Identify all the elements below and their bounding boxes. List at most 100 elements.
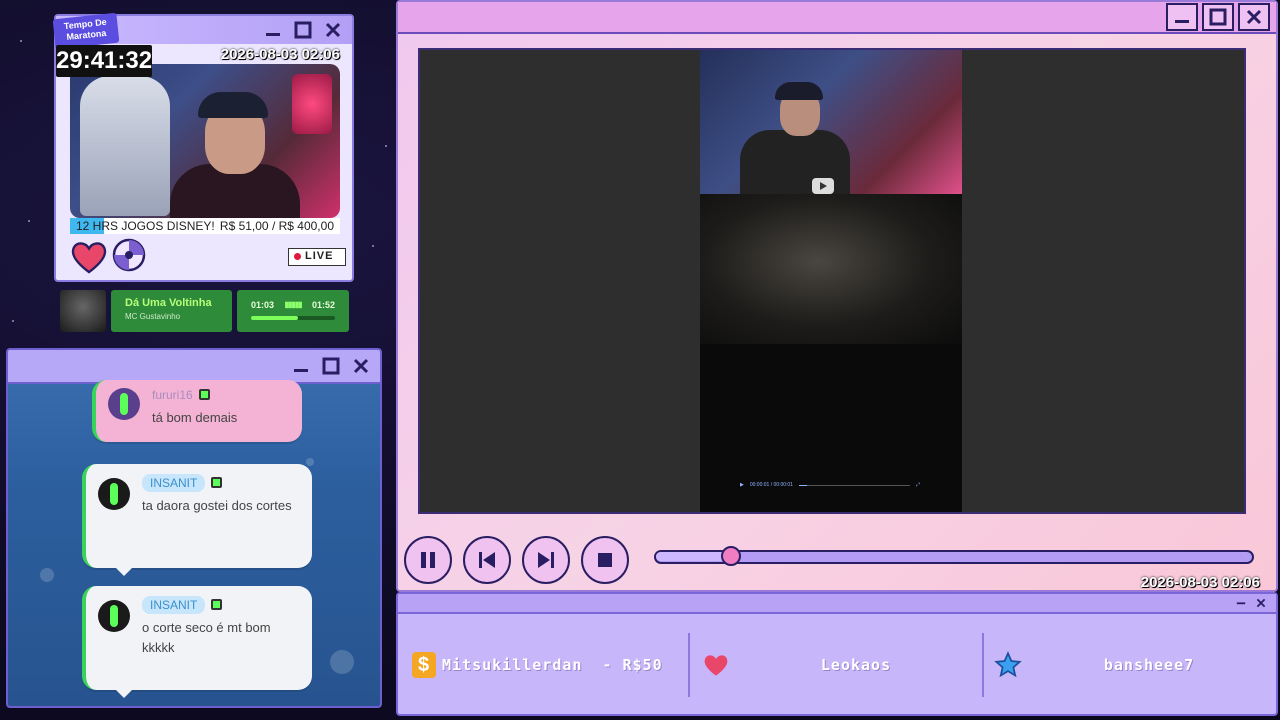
goal-amount: R$ 51,00 / R$ 400,00 xyxy=(219,219,334,233)
clip-time: 00:00:01 / 00:00:01 xyxy=(749,482,793,488)
previous-button[interactable] xyxy=(463,536,511,584)
user-avatar xyxy=(108,388,140,420)
bubble-tail xyxy=(116,690,132,698)
track-current-time: 01:03 xyxy=(251,300,275,310)
webcam-datetime: 2026-08-03 02:06 xyxy=(220,46,340,63)
maximize-icon xyxy=(294,21,312,39)
close-icon xyxy=(325,22,341,38)
skip-previous-icon xyxy=(479,552,495,568)
close-icon xyxy=(353,358,369,374)
minimize-button[interactable] xyxy=(262,19,284,41)
dollar-icon: $ xyxy=(412,652,436,678)
bubble-tail xyxy=(116,568,132,576)
seek-bar[interactable] xyxy=(654,546,1254,566)
media-player-window: ▶ 00:00:01 / 00:00:01 ⤢ 2026-08-03 02:06 xyxy=(396,0,1278,592)
heart-icon xyxy=(704,655,728,676)
seek-handle[interactable] xyxy=(720,546,741,566)
maximize-icon xyxy=(1209,8,1227,26)
chat-username: fururi16 xyxy=(152,388,193,402)
user-avatar xyxy=(98,600,130,632)
clip-progress[interactable] xyxy=(798,484,910,486)
player-titlebar xyxy=(398,2,1276,34)
clip-controls: ▶ 00:00:01 / 00:00:01 ⤢ xyxy=(740,480,920,490)
live-badge: LIVE xyxy=(288,248,346,266)
chat-text: ta daora gostei dos cortes xyxy=(142,498,292,513)
seek-fill xyxy=(656,552,731,561)
youtube-play-icon[interactable] xyxy=(812,178,834,194)
minimize-button[interactable] xyxy=(1166,3,1198,31)
track-title: Dá Uma Voltinha xyxy=(125,297,212,309)
follower-name: Leokaos xyxy=(820,656,892,674)
subscriber-name: bansheee7 xyxy=(1103,656,1195,674)
star-decor xyxy=(28,220,30,222)
clip-streamer-cap xyxy=(775,82,823,100)
clip-gameplay xyxy=(700,194,962,344)
close-icon xyxy=(1256,598,1266,608)
star-decor xyxy=(12,320,14,322)
clip-play-icon[interactable]: ▶ xyxy=(740,482,744,488)
next-button[interactable] xyxy=(522,536,570,584)
skip-next-icon xyxy=(538,552,554,568)
track-info: Dá Uma Voltinha MC Gustavinho xyxy=(111,290,232,332)
maximize-icon xyxy=(322,357,340,375)
track-artist: MC Gustavinho xyxy=(125,312,181,321)
latest-donation: $ Mitsukillerdan - R$50 xyxy=(398,632,688,698)
chat-window: fururi16 tá bom demais INSANIT ta daora … xyxy=(6,348,382,708)
close-button[interactable] xyxy=(350,355,372,377)
minimize-button[interactable] xyxy=(1234,596,1248,610)
video-clip: ▶ 00:00:01 / 00:00:01 ⤢ xyxy=(700,50,962,512)
album-art xyxy=(60,290,106,332)
close-icon xyxy=(1246,9,1262,25)
minimize-button[interactable] xyxy=(290,355,312,377)
track-progress-bar xyxy=(251,316,335,320)
moderator-badge-icon xyxy=(211,599,223,611)
marathon-timer: 29:41:32 xyxy=(56,45,152,77)
heart-icon xyxy=(71,242,107,274)
maximize-button[interactable] xyxy=(292,19,314,41)
stop-button[interactable] xyxy=(581,536,629,584)
chat-message: INSANIT ta daora gostei dos cortes xyxy=(82,464,312,576)
chat-message: INSANIT o corte seco é mt bom kkkkk xyxy=(82,586,312,698)
close-button[interactable] xyxy=(1254,596,1268,610)
donation-goal-bar: 12 HRS JOGOS DISNEY! R$ 51,00 / R$ 400,0… xyxy=(70,218,340,234)
stop-icon xyxy=(598,553,612,567)
chat-text: o corte seco é mt bom kkkkk xyxy=(142,620,271,655)
star-decor xyxy=(385,145,387,147)
maximize-button[interactable] xyxy=(1202,3,1234,31)
track-total-time: 01:52 xyxy=(311,300,335,310)
user-avatar xyxy=(98,478,130,510)
goal-title: 12 HRS JOGOS DISNEY! xyxy=(76,219,215,233)
latest-follower: Leokaos xyxy=(690,632,982,698)
vinyl-disc-icon xyxy=(112,238,146,272)
track-progress: 01:03 ▮▮▮▮▮ 01:52 xyxy=(237,290,349,332)
webcam-feed xyxy=(70,64,340,218)
alerts-window: $ Mitsukillerdan - R$50 Leokaos bansheee… xyxy=(396,592,1278,716)
latest-subscriber: bansheee7 xyxy=(984,632,1276,698)
donation-amount: - R$50 xyxy=(602,656,663,674)
streamer-cap xyxy=(198,92,268,118)
maximize-button[interactable] xyxy=(320,355,342,377)
chat-text: tá bom demais xyxy=(152,410,238,425)
close-button[interactable] xyxy=(322,19,344,41)
pause-button[interactable] xyxy=(404,536,452,584)
clip-fullscreen-icon[interactable]: ⤢ xyxy=(916,482,920,488)
equalizer-icon: ▮▮▮▮▮ xyxy=(284,300,302,309)
player-datetime: 2026-08-03 02:06 xyxy=(1140,574,1260,591)
minimize-icon xyxy=(1175,20,1189,23)
star-icon xyxy=(994,651,1022,678)
webcam-window: Tempo De Maratona 29:41:32 2026-08-03 02… xyxy=(52,12,354,282)
neon-sign xyxy=(292,74,332,134)
close-button[interactable] xyxy=(1238,3,1270,31)
minimize-icon xyxy=(266,33,280,36)
donation-user: Mitsukillerdan xyxy=(442,656,583,674)
track-progress-fill xyxy=(251,316,299,320)
chat-username: INSANIT xyxy=(142,596,206,614)
bubble-decor xyxy=(330,650,354,674)
chat-message: fururi16 tá bom demais xyxy=(92,380,302,442)
bubble-decor xyxy=(306,458,314,466)
video-viewport[interactable]: ▶ 00:00:01 / 00:00:01 ⤢ xyxy=(418,48,1246,514)
chat-username: INSANIT xyxy=(142,474,206,492)
star-decor xyxy=(20,40,22,42)
alerts-row: $ Mitsukillerdan - R$50 Leokaos bansheee… xyxy=(398,622,1276,708)
clip-webcam xyxy=(700,50,962,194)
